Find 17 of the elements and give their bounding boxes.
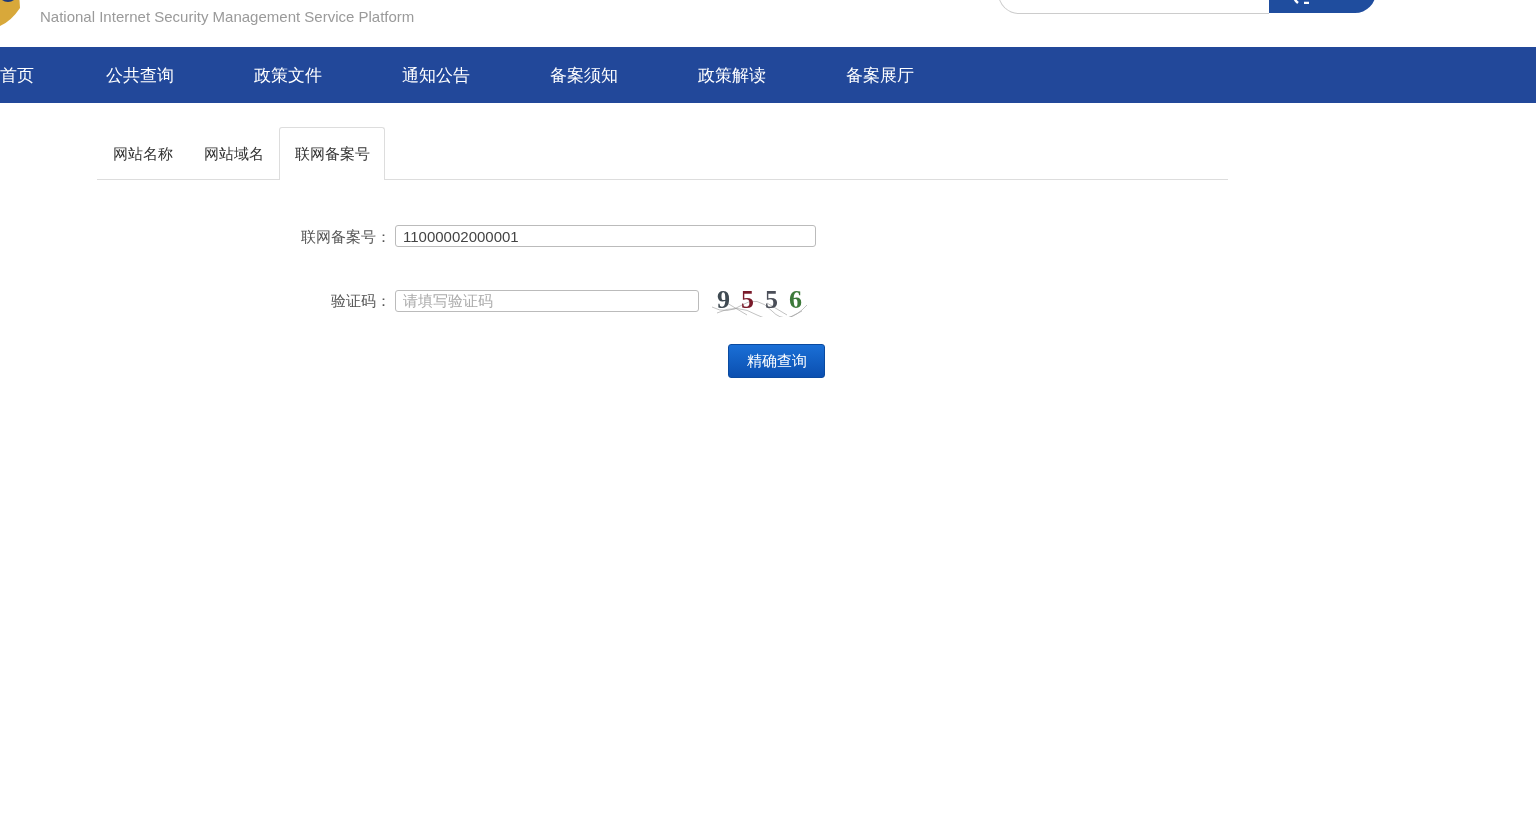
- search-tab[interactable]: 联网备案号: [279, 127, 385, 180]
- field-label: 验证码：: [331, 291, 392, 311]
- field-label: 联网备案号：: [301, 228, 392, 247]
- nav-item[interactable]: 备案展厅: [846, 63, 994, 87]
- search-tab[interactable]: 网站域名: [188, 128, 279, 180]
- nav-item[interactable]: 首页: [0, 63, 106, 87]
- nav-item[interactable]: 政策文件: [254, 63, 402, 87]
- captcha-image: 9 5 5 6: [707, 285, 809, 317]
- record-number-field[interactable]: 11000002000001: [395, 225, 816, 247]
- nav-item[interactable]: 备案须知: [550, 63, 698, 87]
- search-tab[interactable]: 网站名称: [97, 128, 188, 180]
- nav-item[interactable]: 政策解读: [698, 63, 846, 87]
- nav-item[interactable]: 通知公告: [402, 63, 550, 87]
- exact-search-button[interactable]: 精确查询: [728, 344, 825, 378]
- captcha-field[interactable]: 请填写验证码: [395, 290, 699, 312]
- nav-item[interactable]: 公共查询: [106, 63, 254, 87]
- platform-subtitle: National Internet Security Management Service Platform: [40, 8, 415, 25]
